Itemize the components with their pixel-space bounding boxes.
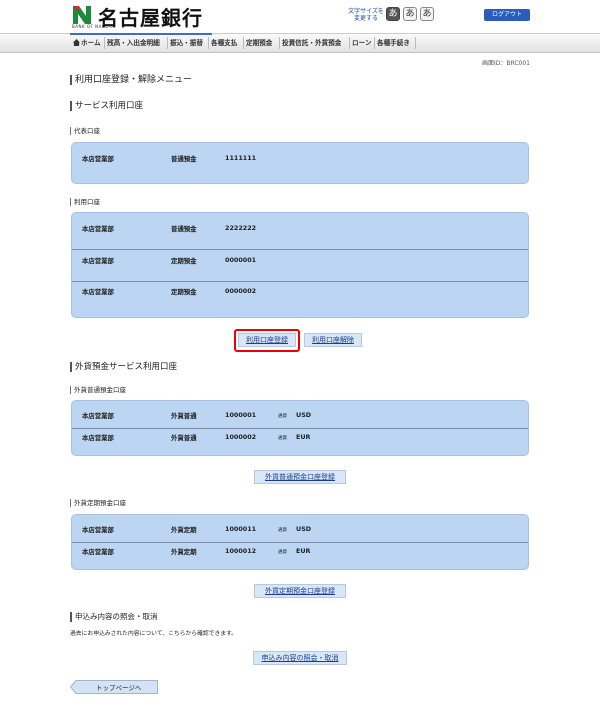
inquiry-heading: 申込み内容の照会・取消 <box>70 612 158 622</box>
nav-separator <box>415 37 416 49</box>
currency: EUR <box>296 547 311 555</box>
home-icon <box>73 39 80 46</box>
nav-home[interactable]: ホーム <box>73 33 101 53</box>
account-number: 0000001 <box>225 256 257 264</box>
branch-name: 本店営業部 <box>82 412 114 420</box>
account-type: 定期預金 <box>171 288 197 296</box>
account-row: 本店営業部 外貨普通 1000002 通貨 EUR <box>82 433 528 443</box>
account-row: 本店営業部 定期預金 0000001 <box>82 256 528 266</box>
account-number: 1000011 <box>225 525 257 533</box>
register-fx-time-button[interactable]: 外貨定期預金口座登録 <box>254 584 346 598</box>
row-divider <box>72 428 528 429</box>
service-accounts-heading: サービス利用口座 <box>70 101 143 111</box>
nav-separator <box>374 37 375 49</box>
currency-label: 通貨 <box>278 528 287 533</box>
branch-name: 本店営業部 <box>82 548 114 556</box>
fx-time-heading: 外貨定期預金口座 <box>70 499 126 507</box>
inquiry-button[interactable]: 申込み内容の照会・取消 <box>253 651 347 665</box>
branch-name: 本店営業部 <box>82 526 114 534</box>
nav-loan[interactable]: ローン <box>352 33 371 53</box>
account-number: 1111111 <box>225 154 257 162</box>
fx-accounts-heading: 外貨預金サービス利用口座 <box>70 362 177 372</box>
register-account-button[interactable]: 利用口座登録 <box>238 333 296 347</box>
account-type: 普通預金 <box>171 225 197 233</box>
account-number: 1000001 <box>225 411 257 419</box>
page-title: 利用口座登録・解除メニュー <box>70 75 192 85</box>
nav-separator <box>279 37 280 49</box>
fx-time-box: 本店営業部 外貨定期 1000011 通貨 USD 本店営業部 外貨定期 100… <box>71 514 529 570</box>
account-number: 1000002 <box>225 433 257 441</box>
account-number: 1000012 <box>225 547 257 555</box>
bank-sub-name: BANK OF NAGOYA <box>72 24 115 29</box>
account-row: 本店営業部 外貨定期 1000011 通貨 USD <box>82 525 528 535</box>
nav-investment[interactable]: 投資信託・外貨預金 <box>282 33 341 53</box>
top-page-button[interactable]: トップページへ <box>70 680 158 694</box>
branch-name: 本店営業部 <box>82 288 114 296</box>
currency-label: 通貨 <box>278 436 287 441</box>
account-row: 本店営業部 定期預金 0000002 <box>82 287 528 297</box>
usage-account-heading: 利用口座 <box>70 198 100 206</box>
screen-id: 画面ID：BRC001 <box>481 60 530 67</box>
account-type: 外貨定期 <box>171 548 197 556</box>
nav-balance[interactable]: 残高・入出金明細 <box>107 33 160 53</box>
release-account-button[interactable]: 利用口座解除 <box>304 333 362 347</box>
currency: USD <box>296 525 312 533</box>
font-size-medium-button[interactable]: あ <box>403 7 417 21</box>
row-divider <box>72 281 528 282</box>
nav-transfer[interactable]: 振込・振替 <box>170 33 203 53</box>
logout-button[interactable]: ログアウト <box>484 9 530 21</box>
nav-time-deposit[interactable]: 定期預金 <box>246 33 272 53</box>
account-type: 外貨定期 <box>171 526 197 534</box>
font-size-label: 文字サイズを 変更する <box>348 8 384 22</box>
branch-name: 本店営業部 <box>82 434 114 442</box>
usage-account-box: 本店営業部 普通預金 2222222 本店営業部 定期預金 0000001 本店… <box>71 212 529 318</box>
font-size-small-button[interactable]: あ <box>386 7 400 21</box>
nav-separator <box>104 37 105 49</box>
nav-separator <box>167 37 168 49</box>
branch-name: 本店営業部 <box>82 225 114 233</box>
nav-procedures[interactable]: 各種手続き <box>377 33 410 53</box>
account-row: 本店営業部 普通預金 2222222 <box>82 224 528 234</box>
branch-name: 本店営業部 <box>82 257 114 265</box>
bank-logo-icon <box>72 5 92 25</box>
row-divider <box>72 542 528 543</box>
currency-label: 通貨 <box>278 550 287 555</box>
representative-account-box: 本店営業部 普通預金 1111111 <box>71 142 529 184</box>
nav-separator <box>243 37 244 49</box>
row-divider <box>72 249 528 250</box>
account-row: 本店営業部 外貨普通 1000001 通貨 USD <box>82 411 528 421</box>
register-fx-ordinary-button[interactable]: 外貨普通預金口座登録 <box>254 470 346 484</box>
fx-ordinary-box: 本店営業部 外貨普通 1000001 通貨 USD 本店営業部 外貨普通 100… <box>71 400 529 456</box>
currency: EUR <box>296 433 311 441</box>
representative-account-heading: 代表口座 <box>70 127 100 135</box>
account-type: 定期預金 <box>171 257 197 265</box>
nav-separator <box>208 37 209 49</box>
branch-name: 本店営業部 <box>82 155 114 163</box>
top-page-button-label: トップページへ <box>96 684 142 692</box>
currency: USD <box>296 411 312 419</box>
account-number: 0000002 <box>225 287 257 295</box>
fx-ordinary-heading: 外貨普通預金口座 <box>70 386 126 394</box>
account-row: 本店営業部 普通預金 1111111 <box>82 154 528 164</box>
account-type: 外貨普通 <box>171 412 197 420</box>
nav-separator <box>349 37 350 49</box>
account-number: 2222222 <box>225 224 257 232</box>
account-row: 本店営業部 外貨定期 1000012 通貨 EUR <box>82 547 528 557</box>
inquiry-description: 過去にお申込みされた内容について、こちらから確認できます。 <box>70 631 238 637</box>
currency-label: 通貨 <box>278 414 287 419</box>
account-type: 外貨普通 <box>171 434 197 442</box>
nav-payment[interactable]: 各種支払 <box>211 33 237 53</box>
font-size-large-button[interactable]: あ <box>420 7 434 21</box>
account-type: 普通預金 <box>171 155 197 163</box>
